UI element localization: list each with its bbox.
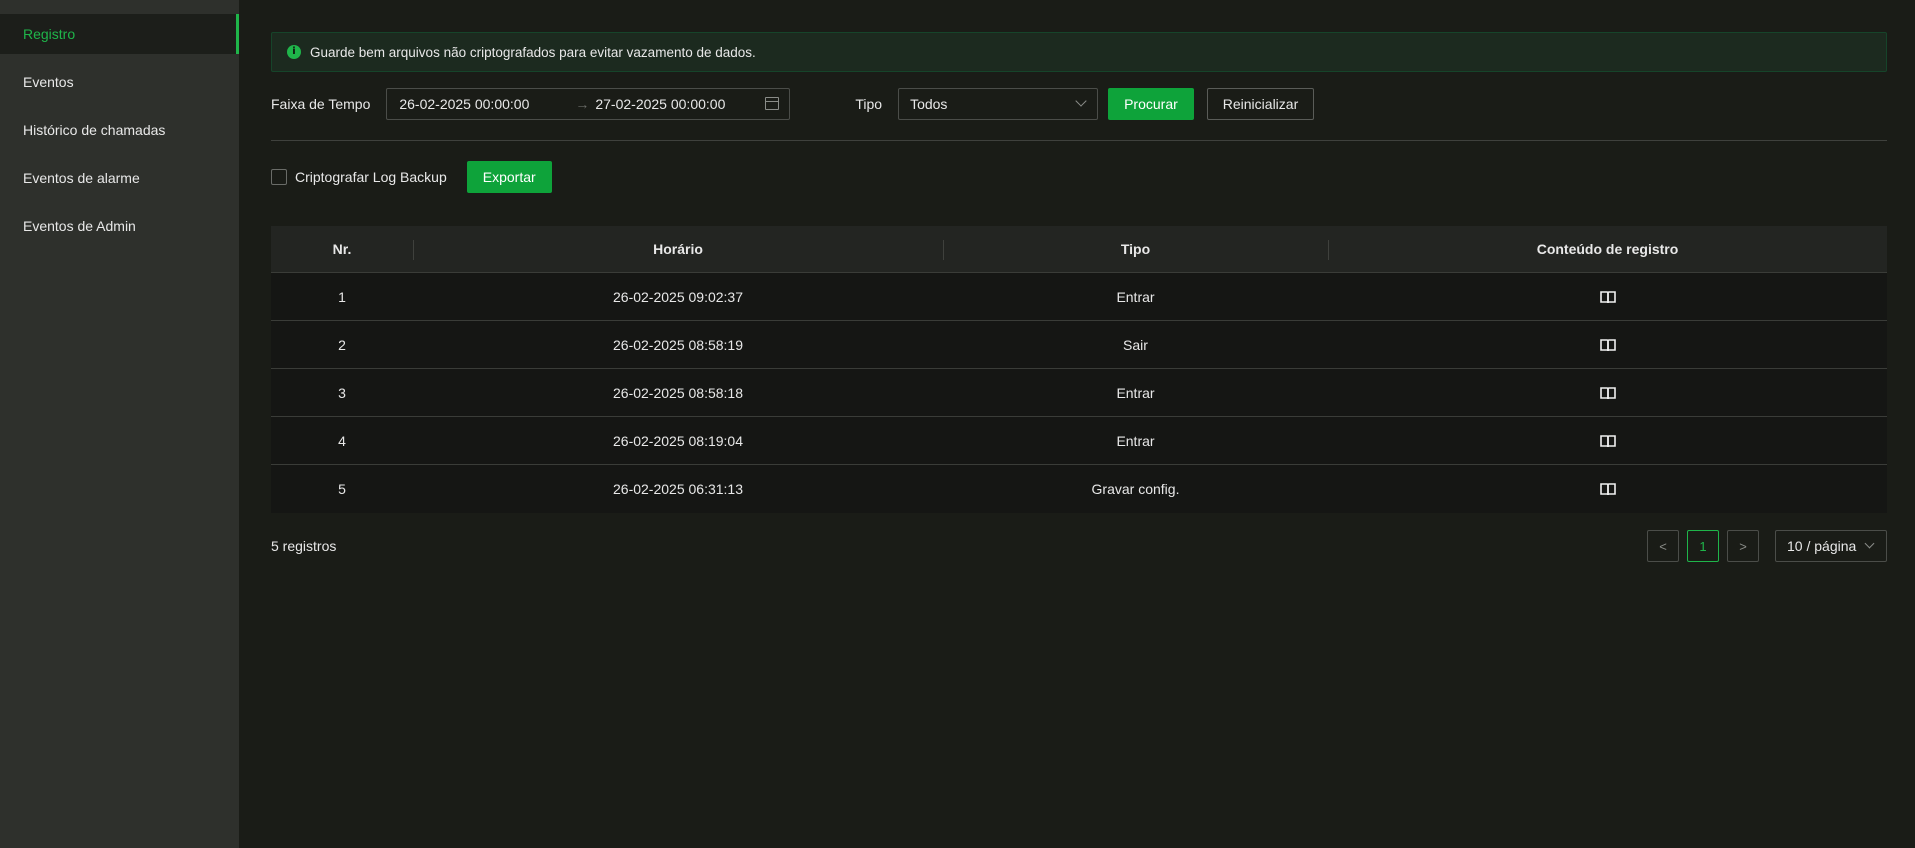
cell-content xyxy=(1328,321,1887,368)
encrypt-backup-checkbox[interactable] xyxy=(271,169,287,185)
cell-nr: 4 xyxy=(338,432,346,449)
cell-time: 26-02-2025 08:58:18 xyxy=(613,384,743,401)
table-body: 1 26-02-2025 09:02:37 Entrar 2 26-02-2025 08… xyxy=(271,273,1887,513)
table-header: Nr. Horário Tipo Conteúdo de registro xyxy=(271,226,1887,273)
time-range-label: Faixa de Tempo xyxy=(271,96,371,112)
cell-type: Entrar xyxy=(1116,288,1155,305)
cell-time: 26-02-2025 09:02:37 xyxy=(613,288,743,305)
export-button[interactable]: Exportar xyxy=(466,161,552,193)
sidebar-item-eventos-admin[interactable]: Eventos de Admin xyxy=(0,206,239,254)
type-select[interactable]: Todos xyxy=(898,88,1099,120)
start-date-input[interactable]: 26-02-2025 00:00:00 xyxy=(399,96,569,112)
page-size-select[interactable]: 10 / página xyxy=(1775,530,1887,562)
pagination: < 1 > 10 / página xyxy=(1639,530,1887,562)
column-header-tipo: Tipo xyxy=(943,226,1328,272)
column-header-nr: Nr. xyxy=(332,241,352,257)
range-arrow-icon: → xyxy=(575,96,590,112)
main-content: i Guarde bem arquivos não criptografados… xyxy=(271,0,1887,848)
book-open-icon[interactable] xyxy=(1599,482,1616,496)
cell-nr: 5 xyxy=(338,481,346,497)
cell-content xyxy=(1328,369,1887,416)
cell-type: Entrar xyxy=(1116,432,1155,449)
sidebar-item-eventos-alarme[interactable]: Eventos de alarme xyxy=(0,158,239,206)
column-header-horario: Horário xyxy=(413,226,943,272)
type-label: Tipo xyxy=(855,96,883,112)
time-range-picker[interactable]: 26-02-2025 00:00:00 → 27-02-2025 00:00:0… xyxy=(386,88,791,120)
table-row: 2 26-02-2025 08:58:19 Sair xyxy=(271,321,1887,369)
prev-page-button[interactable]: < xyxy=(1647,530,1679,562)
divider xyxy=(271,140,1887,141)
book-open-icon[interactable] xyxy=(1599,386,1616,400)
filter-row: Faixa de Tempo 26-02-2025 00:00:00 → 27-… xyxy=(271,88,1887,120)
sidebar-item-historico-chamadas[interactable]: Histórico de chamadas xyxy=(0,110,239,158)
info-banner: i Guarde bem arquivos não criptografados… xyxy=(271,32,1887,72)
cell-time: 26-02-2025 08:19:04 xyxy=(613,432,743,449)
cell-nr: 3 xyxy=(338,384,346,401)
table-row: 1 26-02-2025 09:02:37 Entrar xyxy=(271,273,1887,321)
cell-type: Gravar config. xyxy=(1091,481,1180,497)
reset-button[interactable]: Reinicializar xyxy=(1206,88,1315,120)
cell-content xyxy=(1328,273,1887,320)
sidebar-item-eventos[interactable]: Eventos xyxy=(0,62,239,110)
end-date-input[interactable]: 27-02-2025 00:00:00 xyxy=(595,96,755,112)
book-open-icon[interactable] xyxy=(1599,434,1616,448)
cell-type: Entrar xyxy=(1116,384,1155,401)
table-row: 3 26-02-2025 08:58:18 Entrar xyxy=(271,369,1887,417)
next-page-button[interactable]: > xyxy=(1727,530,1759,562)
sidebar-item-registro[interactable]: Registro xyxy=(0,14,239,54)
export-row: Criptografar Log Backup Exportar xyxy=(271,161,552,193)
cell-nr: 1 xyxy=(338,288,346,305)
chevron-down-icon xyxy=(1864,538,1875,549)
info-icon: i xyxy=(287,45,301,59)
chevron-down-icon xyxy=(1075,95,1087,107)
column-header-conteudo: Conteúdo de registro xyxy=(1328,226,1887,272)
search-button[interactable]: Procurar xyxy=(1108,88,1194,120)
cell-nr: 2 xyxy=(338,336,346,353)
table-row: 5 26-02-2025 06:31:13 Gravar config. xyxy=(271,465,1887,513)
book-open-icon[interactable] xyxy=(1599,338,1616,352)
info-banner-text: Guarde bem arquivos não criptografados p… xyxy=(310,44,756,60)
page-size-value: 10 / página xyxy=(1787,538,1857,554)
book-open-icon[interactable] xyxy=(1599,290,1616,304)
cell-content xyxy=(1328,465,1887,513)
total-records: 5 registros xyxy=(271,538,337,554)
sidebar: Registro Eventos Histórico de chamadas E… xyxy=(0,0,239,848)
type-select-value: Todos xyxy=(910,96,948,112)
log-table: Nr. Horário Tipo Conteúdo de registro 1 2… xyxy=(271,226,1887,513)
table-footer: 5 registros < 1 > 10 / página xyxy=(271,530,1887,562)
calendar-icon[interactable] xyxy=(765,97,780,110)
cell-content xyxy=(1328,417,1887,464)
cell-time: 26-02-2025 06:31:13 xyxy=(613,481,743,497)
page-1-button[interactable]: 1 xyxy=(1687,530,1719,562)
table-row: 4 26-02-2025 08:19:04 Entrar xyxy=(271,417,1887,465)
encrypt-backup-label: Criptografar Log Backup xyxy=(295,169,447,185)
cell-type: Sair xyxy=(1123,336,1148,353)
cell-time: 26-02-2025 08:58:19 xyxy=(613,336,743,353)
